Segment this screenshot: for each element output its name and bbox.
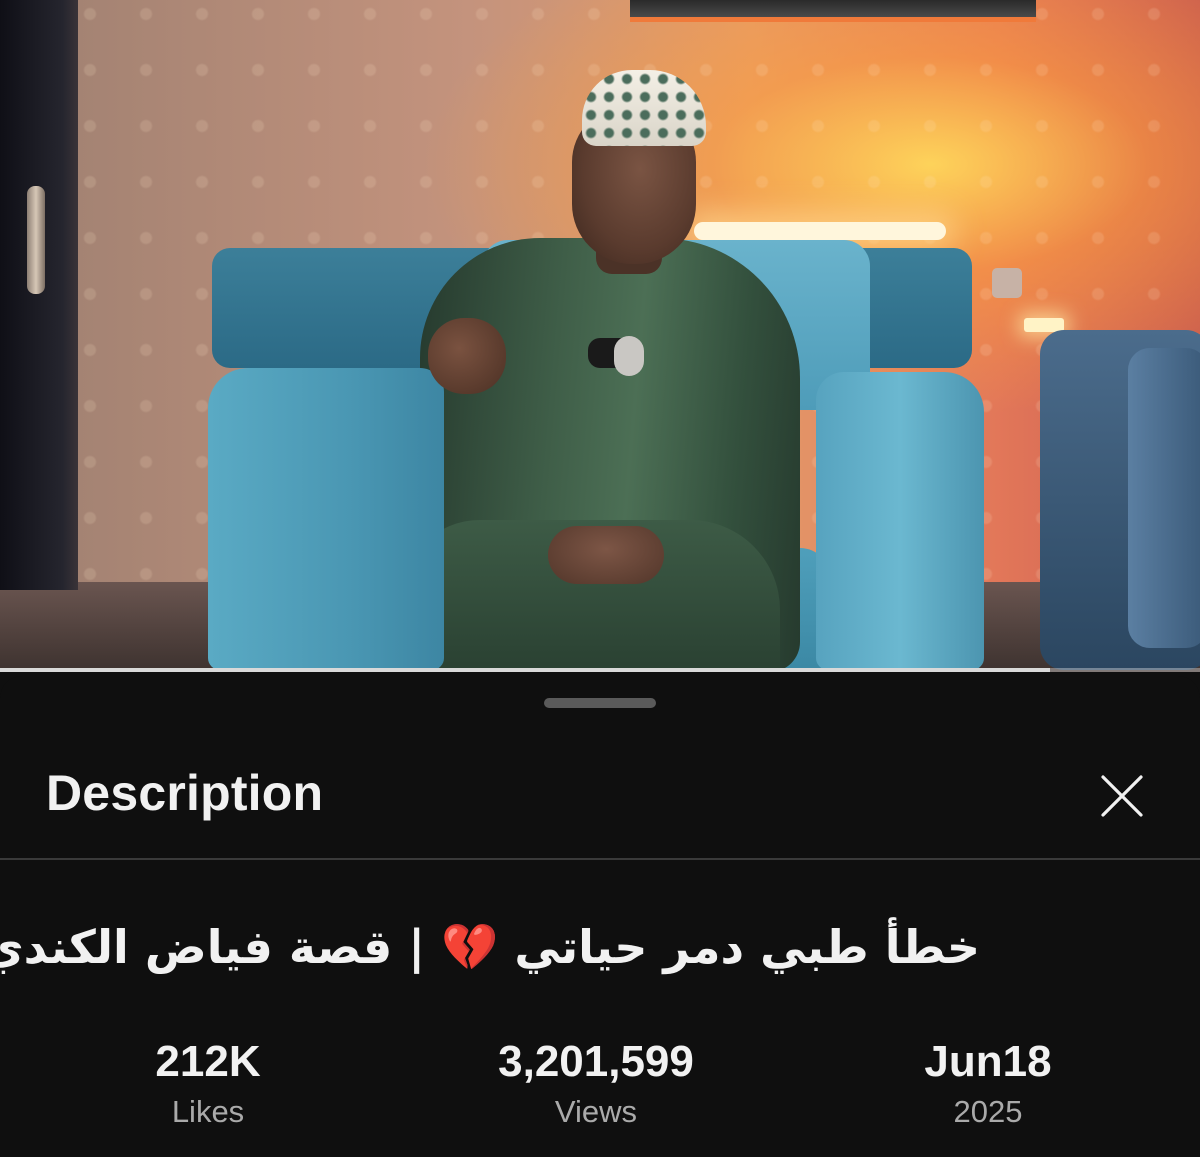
video-progress-fill [0, 668, 1050, 672]
video-frame-lapel-mic-foam [614, 336, 644, 376]
likes-stat: 212K Likes [58, 1036, 358, 1134]
sheet-title: Description [46, 765, 324, 821]
sheet-divider [0, 858, 1200, 860]
views-stat: 3,201,599 Views [446, 1036, 746, 1134]
views-count: 3,201,599 [498, 1037, 694, 1086]
video-progress-bar[interactable] [0, 668, 1200, 672]
video-frame-light [694, 222, 946, 240]
video-frame-door-handle [27, 186, 45, 294]
description-sheet: Description خطأ طبي دمر حياتي 💔 | قصة في… [0, 676, 1200, 1157]
video-frame-socket [992, 268, 1022, 298]
video-frame-ac-unit [630, 0, 1036, 22]
close-icon [1101, 775, 1143, 817]
upload-year: 2025 [953, 1094, 1023, 1129]
video-frame-speaker-hand [428, 318, 506, 394]
video-frame-armchair-right-arm [816, 372, 984, 670]
video-frame-speaker-hand-open [548, 526, 664, 584]
likes-label: Likes [171, 1094, 245, 1129]
video-frame-armchair-left-arm [208, 368, 444, 670]
sheet-drag-handle[interactable] [544, 698, 656, 708]
likes-count: 212K [155, 1037, 261, 1086]
video-frame-side-sofa-arm [1128, 348, 1200, 648]
video-title: خطأ طبي دمر حياتي 💔 | قصة فياض الكندي [0, 920, 980, 974]
close-button[interactable] [1094, 768, 1150, 824]
video-frame-door [0, 0, 78, 590]
date-stat: Jun18 2025 [838, 1036, 1138, 1134]
upload-date: Jun18 [924, 1037, 1052, 1086]
stats-row: 212K Likes 3,201,599 Views Jun18 2025 [0, 1036, 1200, 1136]
views-label: Views [554, 1094, 638, 1129]
video-player[interactable] [0, 0, 1200, 672]
